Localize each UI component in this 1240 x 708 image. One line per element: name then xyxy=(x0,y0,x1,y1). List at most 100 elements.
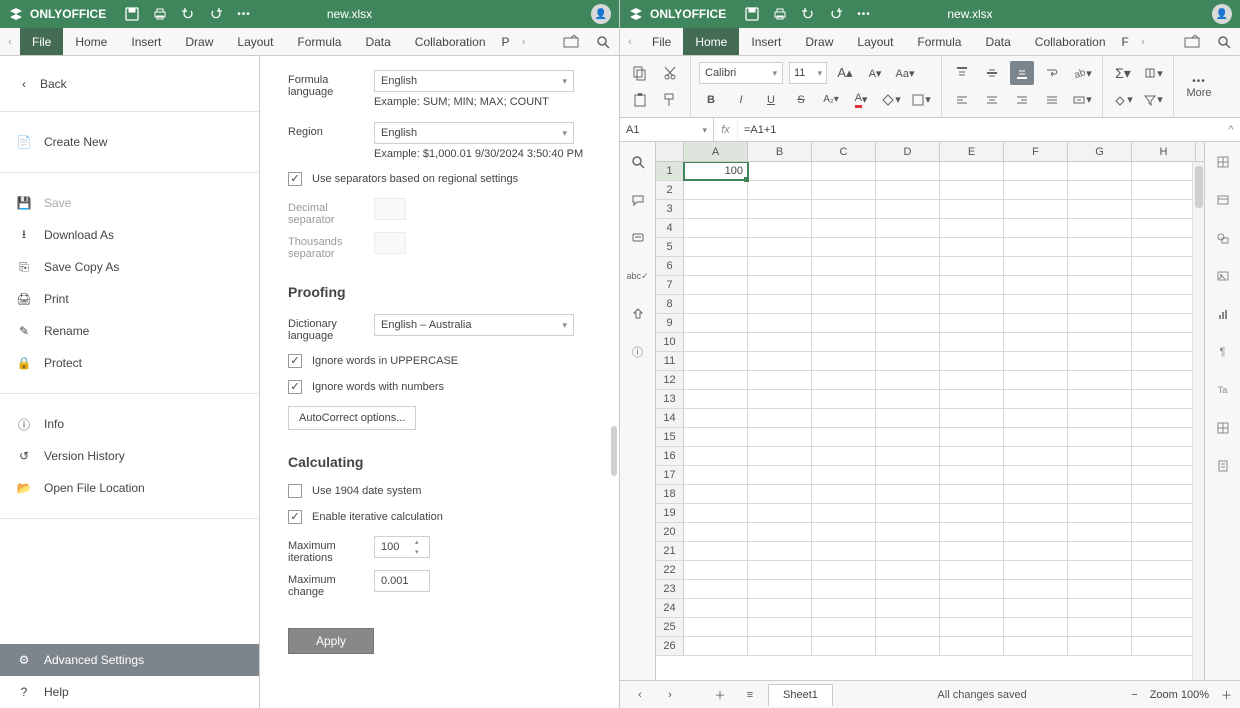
apply-button[interactable]: Apply xyxy=(288,628,374,654)
cell[interactable] xyxy=(1068,295,1132,313)
cell[interactable] xyxy=(1004,561,1068,579)
tabs-scroll-left-icon[interactable]: ‹ xyxy=(620,28,640,55)
cell[interactable] xyxy=(1004,542,1068,560)
select-all-corner[interactable] xyxy=(656,142,684,161)
tab-layout[interactable]: Layout xyxy=(225,28,285,55)
cell[interactable] xyxy=(748,390,812,408)
prev-sheet-icon[interactable]: ‹ xyxy=(628,683,652,707)
iterative-checkbox[interactable] xyxy=(288,510,302,524)
cell[interactable] xyxy=(876,219,940,237)
cell[interactable] xyxy=(1004,580,1068,598)
cell[interactable] xyxy=(684,485,748,503)
cell[interactable] xyxy=(876,295,940,313)
cell[interactable] xyxy=(748,504,812,522)
cell[interactable] xyxy=(812,200,876,218)
cell[interactable] xyxy=(684,257,748,275)
col-header-B[interactable]: B xyxy=(748,142,812,161)
cell[interactable] xyxy=(876,504,940,522)
cell[interactable] xyxy=(1068,618,1132,636)
sidebar-info[interactable]: ⓘ Info xyxy=(0,408,259,440)
align-left-icon[interactable] xyxy=(950,88,974,112)
tab-overflow[interactable]: F xyxy=(1118,28,1133,55)
row-header[interactable]: 21 xyxy=(656,542,684,560)
tab-formula[interactable]: Formula xyxy=(285,28,353,55)
cell[interactable] xyxy=(1132,238,1196,256)
cell[interactable] xyxy=(1068,390,1132,408)
cell[interactable] xyxy=(812,428,876,446)
cell[interactable] xyxy=(748,561,812,579)
cell[interactable] xyxy=(812,561,876,579)
sidebar-help[interactable]: ? Help xyxy=(0,676,259,708)
cell[interactable] xyxy=(684,295,748,313)
cell[interactable] xyxy=(748,485,812,503)
cell[interactable] xyxy=(876,599,940,617)
sheet-list-icon[interactable]: ≡ xyxy=(738,683,762,707)
cell[interactable] xyxy=(940,466,1004,484)
tab-collaboration[interactable]: Collaboration xyxy=(1023,28,1118,55)
clear-icon[interactable]: ▾ xyxy=(1111,88,1135,112)
back-button[interactable]: ‹ Back xyxy=(0,56,259,112)
shape-settings-icon[interactable] xyxy=(1213,228,1233,248)
cell[interactable] xyxy=(1004,257,1068,275)
col-header-F[interactable]: F xyxy=(1004,142,1068,161)
align-justify-icon[interactable] xyxy=(1040,88,1064,112)
use-separators-checkbox[interactable] xyxy=(288,172,302,186)
cell[interactable] xyxy=(1004,504,1068,522)
cell[interactable] xyxy=(940,485,1004,503)
cell[interactable] xyxy=(812,219,876,237)
tab-draw[interactable]: Draw xyxy=(793,28,845,55)
cell[interactable] xyxy=(812,314,876,332)
cell[interactable] xyxy=(940,276,1004,294)
cell[interactable] xyxy=(748,523,812,541)
cell[interactable] xyxy=(876,542,940,560)
cell[interactable] xyxy=(1068,333,1132,351)
row-header[interactable]: 20 xyxy=(656,523,684,541)
row-header[interactable]: 26 xyxy=(656,637,684,655)
formula-lang-select[interactable]: English xyxy=(374,70,574,92)
tab-home[interactable]: Home xyxy=(683,28,739,55)
cell[interactable] xyxy=(940,162,1004,180)
cell[interactable] xyxy=(940,428,1004,446)
row-header[interactable]: 18 xyxy=(656,485,684,503)
row-header[interactable]: 12 xyxy=(656,371,684,389)
tabs-scroll-left-icon[interactable]: ‹ xyxy=(0,28,20,55)
orientation-icon[interactable]: ab▾ xyxy=(1070,61,1094,85)
cell[interactable] xyxy=(1132,276,1196,294)
row-header[interactable]: 14 xyxy=(656,409,684,427)
search-icon[interactable] xyxy=(587,28,619,56)
row-header[interactable]: 22 xyxy=(656,561,684,579)
cell[interactable] xyxy=(1132,618,1196,636)
cell[interactable] xyxy=(1068,371,1132,389)
cell[interactable] xyxy=(876,447,940,465)
textart-settings-icon[interactable]: Ta xyxy=(1213,380,1233,400)
cell[interactable] xyxy=(1132,333,1196,351)
copy-icon[interactable] xyxy=(628,61,652,85)
cell[interactable] xyxy=(812,523,876,541)
table-settings-icon[interactable] xyxy=(1213,190,1233,210)
cell[interactable] xyxy=(876,333,940,351)
row-header[interactable]: 4 xyxy=(656,219,684,237)
cell[interactable] xyxy=(812,466,876,484)
cell[interactable] xyxy=(748,352,812,370)
cell[interactable] xyxy=(1004,485,1068,503)
open-location-icon[interactable] xyxy=(555,28,587,56)
sort-filter-icon[interactable]: ▾ xyxy=(1141,88,1165,112)
sheet-tab[interactable]: Sheet1 xyxy=(768,684,833,706)
cell[interactable] xyxy=(940,599,1004,617)
font-family-select[interactable]: Calibri xyxy=(699,62,783,84)
cell[interactable] xyxy=(940,637,1004,655)
avatar[interactable]: 👤 xyxy=(1212,4,1232,24)
cell[interactable] xyxy=(1004,295,1068,313)
cell[interactable] xyxy=(940,523,1004,541)
cell[interactable] xyxy=(812,637,876,655)
cell[interactable] xyxy=(876,618,940,636)
cell[interactable] xyxy=(1004,181,1068,199)
cell[interactable] xyxy=(812,181,876,199)
cell[interactable] xyxy=(876,314,940,332)
cell[interactable] xyxy=(940,200,1004,218)
cell[interactable] xyxy=(876,485,940,503)
cell[interactable] xyxy=(940,352,1004,370)
cell[interactable] xyxy=(1132,466,1196,484)
cell[interactable] xyxy=(812,390,876,408)
row-header[interactable]: 11 xyxy=(656,352,684,370)
